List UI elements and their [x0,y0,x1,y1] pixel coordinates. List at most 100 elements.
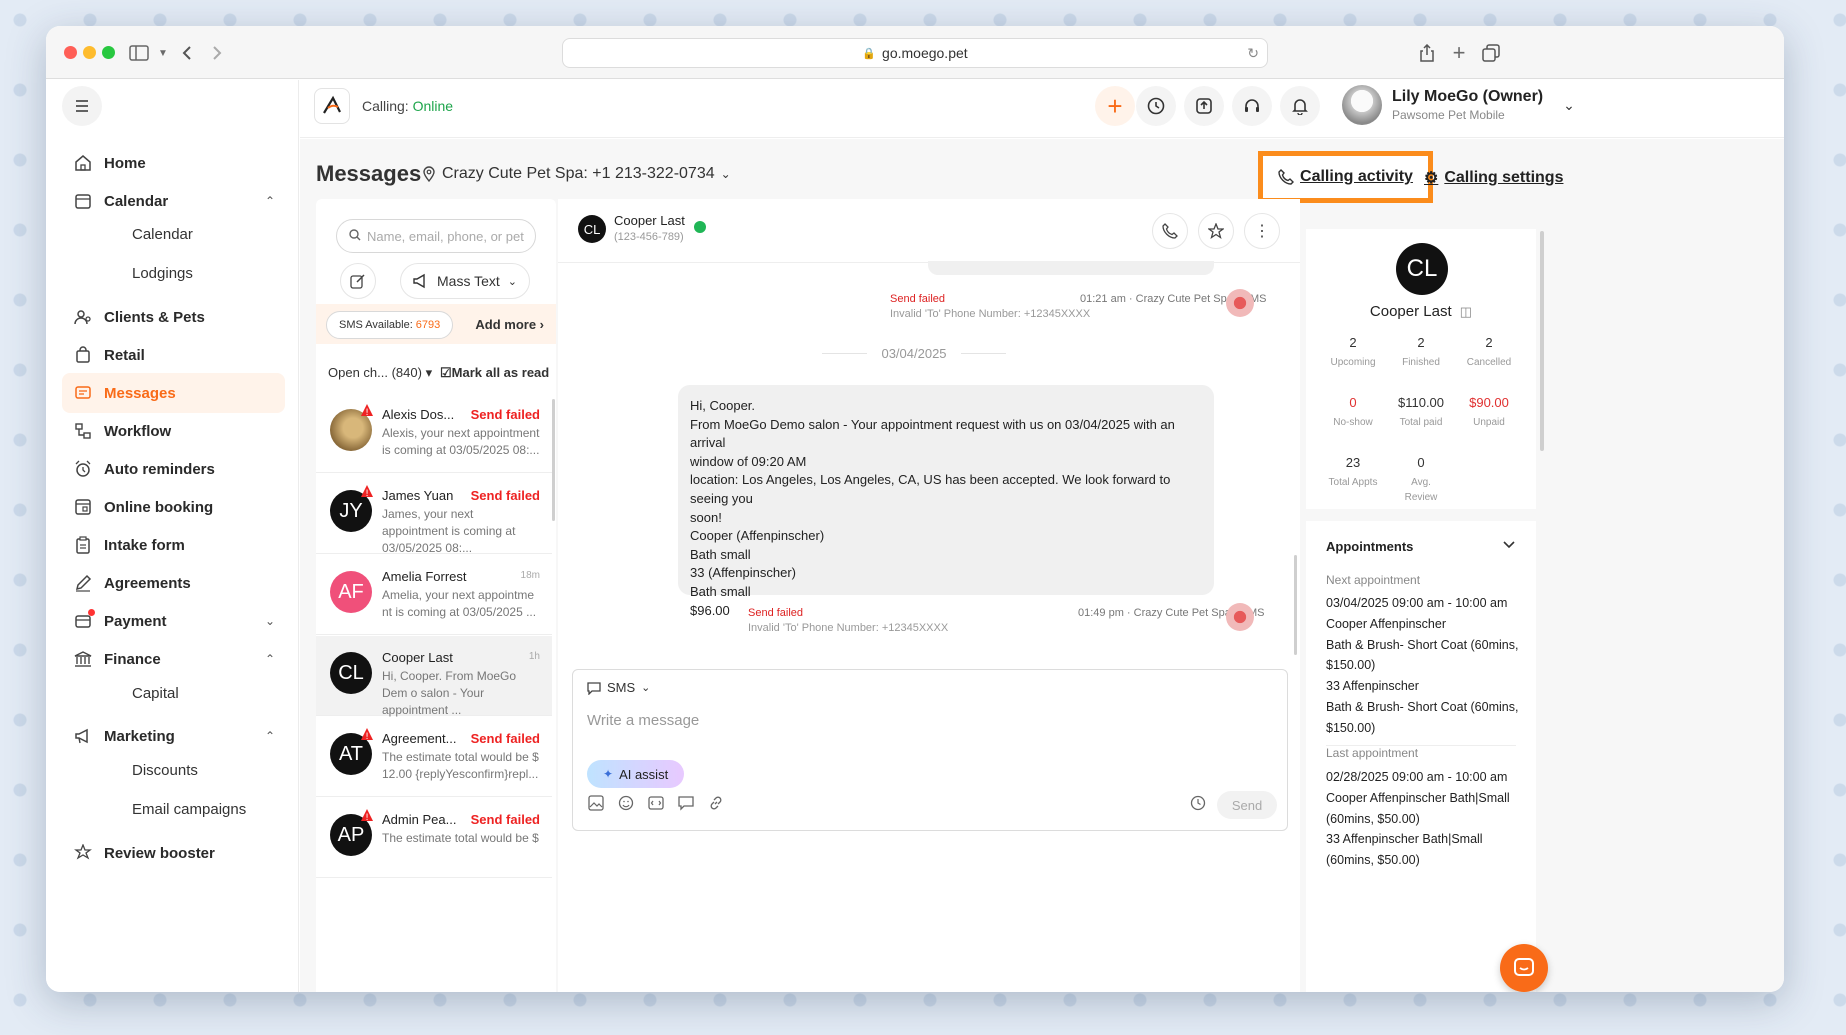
chevron-down-icon[interactable]: ▼ [150,40,176,66]
app-topbar: Calling: Online + Lily MoeGo (Owner) Paw… [300,80,1784,138]
browser-window: ▼ 🔒 go.moego.pet ↻ + Home Calendar ⌃ Cal… [46,26,1784,992]
chevron-down-icon: ⌄ [1563,96,1575,113]
sidebar-item-review-booster[interactable]: Review booster [62,833,285,873]
quick-reply-icon[interactable] [677,794,695,812]
template-icon[interactable] [647,794,665,812]
booking-icon [74,498,92,516]
sidebar-item-workflow[interactable]: Workflow [62,411,285,451]
sidebar-subitem-lodgings[interactable]: Lodgings [132,265,193,282]
appointments-title: Appointments [1326,539,1414,554]
new-tab-icon[interactable]: + [1446,40,1472,66]
more-options-icon[interactable]: ⋮ [1244,213,1280,249]
sms-availability-bar: SMS Available: 6793 Add more › [316,304,556,344]
back-icon[interactable] [174,40,200,66]
message-icon [74,384,92,402]
shopping-bag-icon [74,346,92,364]
message-input[interactable]: Write a message [587,712,699,729]
calling-settings-link[interactable]: ⚙ Calling settings [1424,168,1563,188]
ai-assist-button[interactable]: ✦ AI assist [587,760,685,788]
chevron-down-icon: ⌄ [264,614,275,628]
link-icon[interactable] [707,794,725,812]
user-menu[interactable]: Lily MoeGo (Owner) Pawsome Pet Mobile ⌄ [1342,85,1575,125]
calling-activity-link[interactable]: Calling activity [1258,151,1433,203]
chevron-down-icon: ⌄ [641,682,651,694]
conversation-item[interactable]: JY ! James Yuan Send failed James, your … [316,474,552,555]
compose-button[interactable] [340,263,376,299]
reload-icon[interactable]: ↻ [1247,45,1259,62]
chevron-up-icon: ⌃ [264,194,275,208]
send-button[interactable]: Send [1217,791,1277,819]
tabs-overview-icon[interactable] [1478,40,1504,66]
close-window-button[interactable] [64,46,77,59]
conversation-item[interactable]: ! Alexis Dos... Send failed Alexis, your… [316,393,552,473]
page-title: Messages [316,161,422,186]
sidebar-subitem-email-campaigns[interactable]: Email campaigns [132,801,246,818]
sidebar-item-retail[interactable]: Retail [62,335,285,375]
people-icon [74,308,92,326]
headset-icon[interactable] [1232,86,1272,126]
address-bar[interactable]: 🔒 go.moego.pet ↻ [562,38,1268,68]
chevron-down-icon[interactable] [1502,537,1516,555]
sidebar-item-auto-reminders[interactable]: Auto reminders [62,449,285,489]
channel-selector[interactable]: SMS ⌄ [587,680,650,695]
upload-icon[interactable] [1184,86,1224,126]
menu-icon[interactable] [62,86,102,126]
location-selector[interactable]: Crazy Cute Pet Spa: +1 213-322-0734 ⌄ [422,165,731,183]
sidebar-subitem-discounts[interactable]: Discounts [132,762,198,779]
moego-logo[interactable] [314,88,350,124]
sidebar-item-finance[interactable]: Finance ⌃ [62,639,285,679]
maximize-window-button[interactable] [102,46,115,59]
chat-support-button[interactable] [1500,944,1548,992]
forward-icon[interactable] [204,40,230,66]
svg-text:!: ! [365,813,369,822]
minimize-window-button[interactable] [83,46,96,59]
client-name[interactable]: Cooper Last ◫ [1306,303,1536,320]
stat-cancelled: 2 Cancelled [1466,335,1512,368]
list-scrollbar[interactable] [552,399,555,521]
clock-icon[interactable] [1136,86,1176,126]
sidebar-item-agreements[interactable]: Agreements [62,563,285,603]
conversation-filter-dropdown[interactable]: Open ch... (840) ▾ [328,365,432,381]
bank-icon [74,650,92,668]
business-avatar [1226,603,1254,631]
sidebar-item-payment[interactable]: Payment ⌄ [62,601,285,641]
sidebar-item-calendar[interactable]: Calendar ⌃ [62,181,285,221]
url-text: go.moego.pet [882,45,968,61]
next-appointment-details[interactable]: 03/04/2025 09:00 am - 10:00 am Cooper Af… [1326,593,1526,739]
add-more-link[interactable]: Add more › [475,317,544,332]
search-icon [349,228,361,244]
sidebar-item-messages[interactable]: Messages [62,373,285,413]
conversation-item[interactable]: AT ! Agreement... Send failed The estima… [316,717,552,797]
sidebar-item-home[interactable]: Home [62,143,285,183]
add-icon[interactable]: + [1095,86,1135,126]
bell-icon[interactable] [1280,86,1320,126]
sparkle-icon: ✦ [603,767,614,781]
conversation-item[interactable]: AP ! Admin Pea... Send failed The estima… [316,798,552,878]
emoji-icon[interactable] [617,794,635,812]
sidebar-item-marketing[interactable]: Marketing ⌃ [62,716,285,756]
last-appointment-details[interactable]: 02/28/2025 09:00 am - 10:00 am Cooper Af… [1326,767,1526,871]
call-button[interactable] [1152,213,1188,249]
sidebar-toggle-icon[interactable] [126,40,152,66]
pen-icon [74,574,92,592]
sidebar-item-intake-form[interactable]: Intake form [62,525,285,565]
avatar: CL [578,215,606,243]
clipboard-icon [74,536,92,554]
message-status: Send failed Invalid 'To' Phone Number: +… [748,607,949,634]
image-icon[interactable] [587,794,605,812]
search-input[interactable]: Name, email, phone, or pet [336,219,536,253]
sidebar-subitem-capital[interactable]: Capital [132,685,179,702]
schedule-icon[interactable] [1189,794,1207,812]
sidebar-item-online-booking[interactable]: Online booking [62,487,285,527]
client-panel-scrollbar[interactable] [1540,231,1544,451]
sidebar-subitem-calendar[interactable]: Calendar [132,226,193,243]
lock-icon: 🔒 [862,47,877,60]
mark-all-read-button[interactable]: ☑Mark all as read [440,365,549,381]
conversation-item-selected[interactable]: CL Cooper Last 1h Hi, Cooper. From MoeGo… [316,636,552,717]
chat-scrollbar[interactable] [1294,555,1297,655]
mass-text-button[interactable]: Mass Text ⌄ [400,263,530,299]
sidebar-item-clients-pets[interactable]: Clients & Pets [62,297,285,337]
share-icon[interactable] [1414,40,1440,66]
conversation-item[interactable]: AF Amelia Forrest 18m Amelia, your next … [316,555,552,635]
star-button[interactable] [1198,213,1234,249]
